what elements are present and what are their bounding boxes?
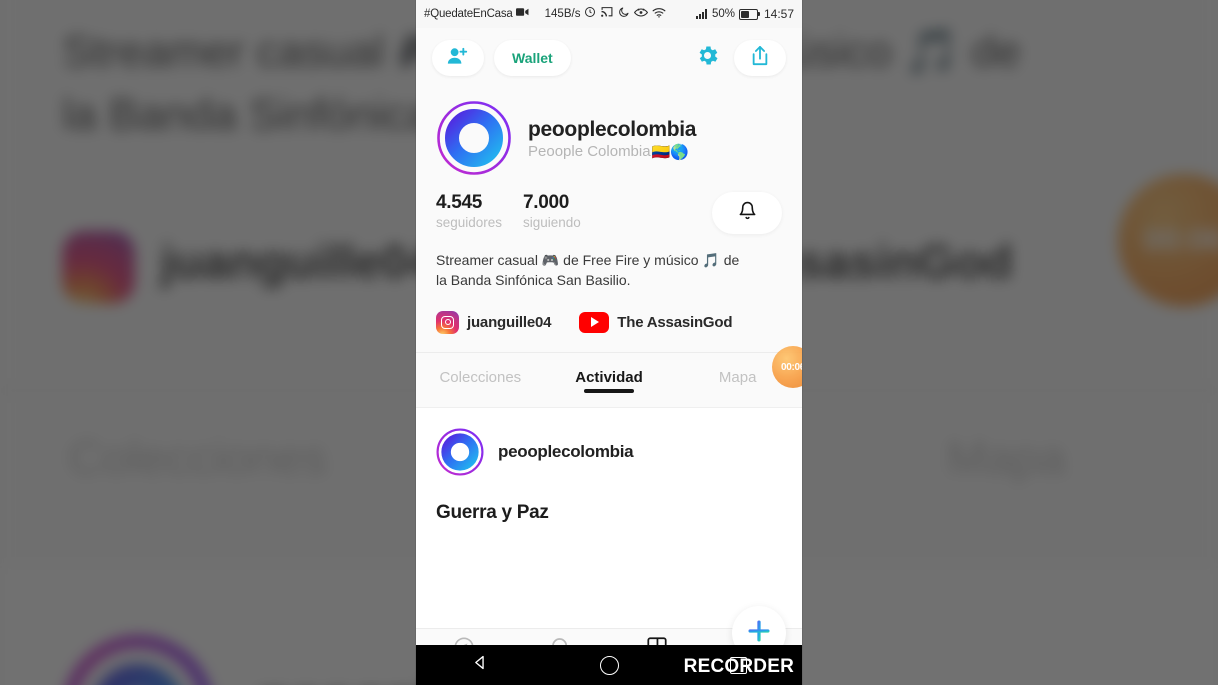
share-icon [750,45,770,72]
peoople-logo-avatar[interactable] [436,100,512,176]
feed-item-title: Guerra y Paz [436,501,549,523]
bio-part-1: Streamer casual [436,252,542,268]
social-links: juanguille04 The AssasinGod [416,291,802,352]
cast-icon [600,6,614,22]
network-speed: 145B/s [544,8,581,20]
youtube-handle: The AssasinGod [617,313,733,331]
tab-actividad[interactable]: Actividad [545,353,674,407]
status-bar: #QuedateEnCasa 145B/s 50% 14:57 [416,0,802,28]
bio-part-2: de Free Fire y músico [559,252,703,268]
battery-percent: 50% [711,8,735,20]
tab-mapa-label: Mapa [718,368,757,386]
share-button[interactable] [734,40,786,76]
add-person-icon [447,46,469,71]
gear-icon [695,43,720,73]
status-hashtag: #QuedateEnCasa [424,8,513,20]
wallet-label: Wallet [512,50,553,66]
profile-bio: Streamer casual 🎮 de Free Fire y músico … [416,234,786,291]
feed-item-user[interactable]: peooplecolombia [436,428,782,476]
feed-item-username: peooplecolombia [498,441,634,461]
following-label: siguiendo [523,215,581,230]
following-count: 7.000 [523,192,570,213]
bio-part-3: de [719,252,740,268]
do-not-disturb-moon-icon [618,6,630,22]
add-person-button[interactable] [432,40,484,76]
social-link-youtube[interactable]: The AssasinGod [579,311,733,333]
profile-stats: 4.545 seguidores 7.000 siguiendo [416,178,802,234]
notifications-button[interactable] [712,192,782,234]
music-note-emoji: 🎵 [702,252,720,268]
instagram-handle: juanguille04 [467,313,552,331]
peoople-logo-avatar[interactable] [436,428,484,476]
game-controller-emoji: 🎮 [541,252,560,268]
settings-button[interactable] [690,41,724,75]
stat-following[interactable]: 7.000 siguiendo [523,192,581,230]
stat-followers[interactable]: 4.545 seguidores [436,192,523,230]
profile-display-name: Peoople Colombia 🇨🇴🌎 [528,143,696,161]
active-tab-underline [584,388,634,393]
social-link-instagram[interactable]: juanguille04 [436,310,552,334]
profile-tabs: Colecciones Actividad Mapa [416,351,802,407]
eye-icon [634,7,649,22]
signal-bars-icon [695,9,707,19]
youtube-icon [579,311,610,333]
display-name-text: Peoople Colombia [528,143,651,160]
clock-time: 14:57 [763,7,794,21]
recorder-overlay-label: RECORDER [683,656,794,677]
followers-count: 4.545 [436,192,483,213]
home-circle-icon[interactable] [599,655,619,675]
app-content: Wallet peooplecolombia Peoople Colombia … [416,28,802,685]
profile-header: peooplecolombia Peoople Colombia 🇨🇴🌎 [416,82,802,178]
profile-username: peooplecolombia [528,117,697,141]
instagram-icon [436,310,459,334]
alarm-icon [584,6,596,22]
display-name-flags: 🇨🇴🌎 [651,143,689,161]
profile-names: peooplecolombia Peoople Colombia 🇨🇴🌎 [528,116,696,161]
followers-label: seguidores [436,215,503,230]
tab-colecciones-label: Colecciones [439,368,522,386]
feed-item[interactable]: peooplecolombia Guerra y Paz [416,408,802,524]
battery-icon [738,8,760,20]
bio-line-2: la Banda Sinfónica San Basilio. [436,272,631,289]
tab-colecciones[interactable]: Colecciones [416,353,545,407]
back-triangle-icon[interactable] [472,654,489,676]
tab-actividad-label: Actividad [575,368,643,386]
recorder-timer-value: 00:06 [780,361,802,373]
phone-screen: #QuedateEnCasa 145B/s 50% 14:57 Wallet p… [416,0,802,685]
top-toolbar: Wallet [416,28,802,82]
wifi-icon [652,7,666,22]
bell-icon [738,200,757,226]
video-camera-icon [515,7,529,21]
wallet-button[interactable]: Wallet [494,40,571,76]
